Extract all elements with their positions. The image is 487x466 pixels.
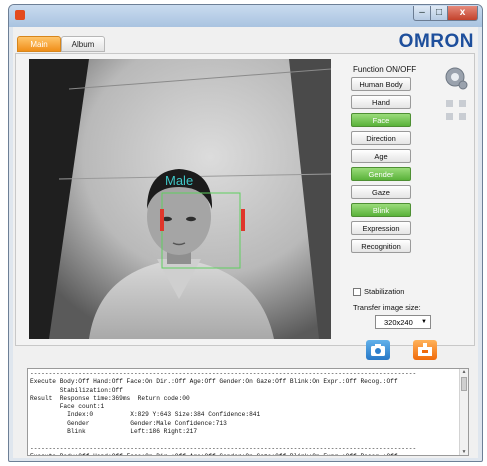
chevron-down-icon: ▼ [421,319,427,325]
omron-logo: OMRON [398,31,474,52]
tab-main[interactable]: Main [17,36,61,52]
function-button-human-body[interactable]: Human Body [351,77,411,91]
title-bar[interactable]: – □ x [9,5,482,27]
log-line: Face count:1 [30,403,105,411]
camera-image [29,59,331,339]
function-button-age[interactable]: Age [351,149,411,163]
maximize-button[interactable]: □ [430,6,448,21]
function-button-gaze[interactable]: Gaze [351,185,411,199]
log-content: ----------------------------------------… [30,370,455,455]
stabilization-checkbox[interactable]: Stabilization [353,287,405,297]
app-icon [15,10,25,20]
log-line: Index:0 X:829 Y:643 Size:384 Confidence:… [30,411,261,419]
fullscreen-icon[interactable] [443,97,469,123]
log-line: Stabilization:Off [30,386,123,394]
log-line: Execute Body:Off Hand:Off Face:On Dir.:O… [30,378,398,386]
function-button-recognition[interactable]: Recognition [351,239,411,253]
scroll-down-icon[interactable]: ▼ [461,449,467,455]
function-button-direction[interactable]: Direction [351,131,411,145]
log-line: ----------------------------------------… [30,370,417,377]
client-area: Main Album OMRON Male Function ON/OFF Hu… [13,27,478,458]
log-line: Gender Gender:Male Confidence:713 [30,419,227,427]
camera-view: Male [29,59,331,339]
transfer-size-select[interactable]: 320x240 ▼ [375,315,431,329]
save-button[interactable] [413,340,437,360]
function-button-expression[interactable]: Expression [351,221,411,235]
left-eye-marker [160,209,164,231]
checkbox-box[interactable] [353,288,361,297]
tab-album[interactable]: Album [61,36,105,52]
app-window: – □ x Main Album OMRON Male Function ON/… [8,4,483,462]
function-button-face[interactable]: Face [351,113,411,127]
scroll-up-icon[interactable]: ▲ [461,369,467,375]
log-line: ----------------------------------------… [30,444,417,452]
close-button[interactable]: x [447,6,478,21]
transfer-size-value: 320x240 [384,318,413,327]
result-log[interactable]: ----------------------------------------… [27,368,469,456]
transfer-size-label: Transfer image size: [353,303,421,312]
capture-button[interactable] [366,340,390,360]
log-line: Blink Left:186 Right:217 [30,428,198,436]
function-title: Function ON/OFF [353,65,417,74]
settings-camera-icon[interactable] [443,65,469,91]
function-button-gender[interactable]: Gender [351,167,411,181]
gender-label: Male [165,173,194,188]
function-button-blink[interactable]: Blink [351,203,411,217]
camera-icon [371,344,385,356]
minimize-button[interactable]: – [413,6,431,21]
log-line: Result Response time:369ms Return code:0… [30,394,190,402]
function-button-hand[interactable]: Hand [351,95,411,109]
stabilization-label: Stabilization [364,287,405,296]
scroll-thumb[interactable] [461,377,467,391]
save-icon [418,343,432,356]
log-scrollbar[interactable]: ▲ ▼ [459,369,468,455]
log-line: Execute Body:Off Hand:Off Face:On Dir.:O… [30,453,455,455]
right-eye-marker [241,209,245,231]
